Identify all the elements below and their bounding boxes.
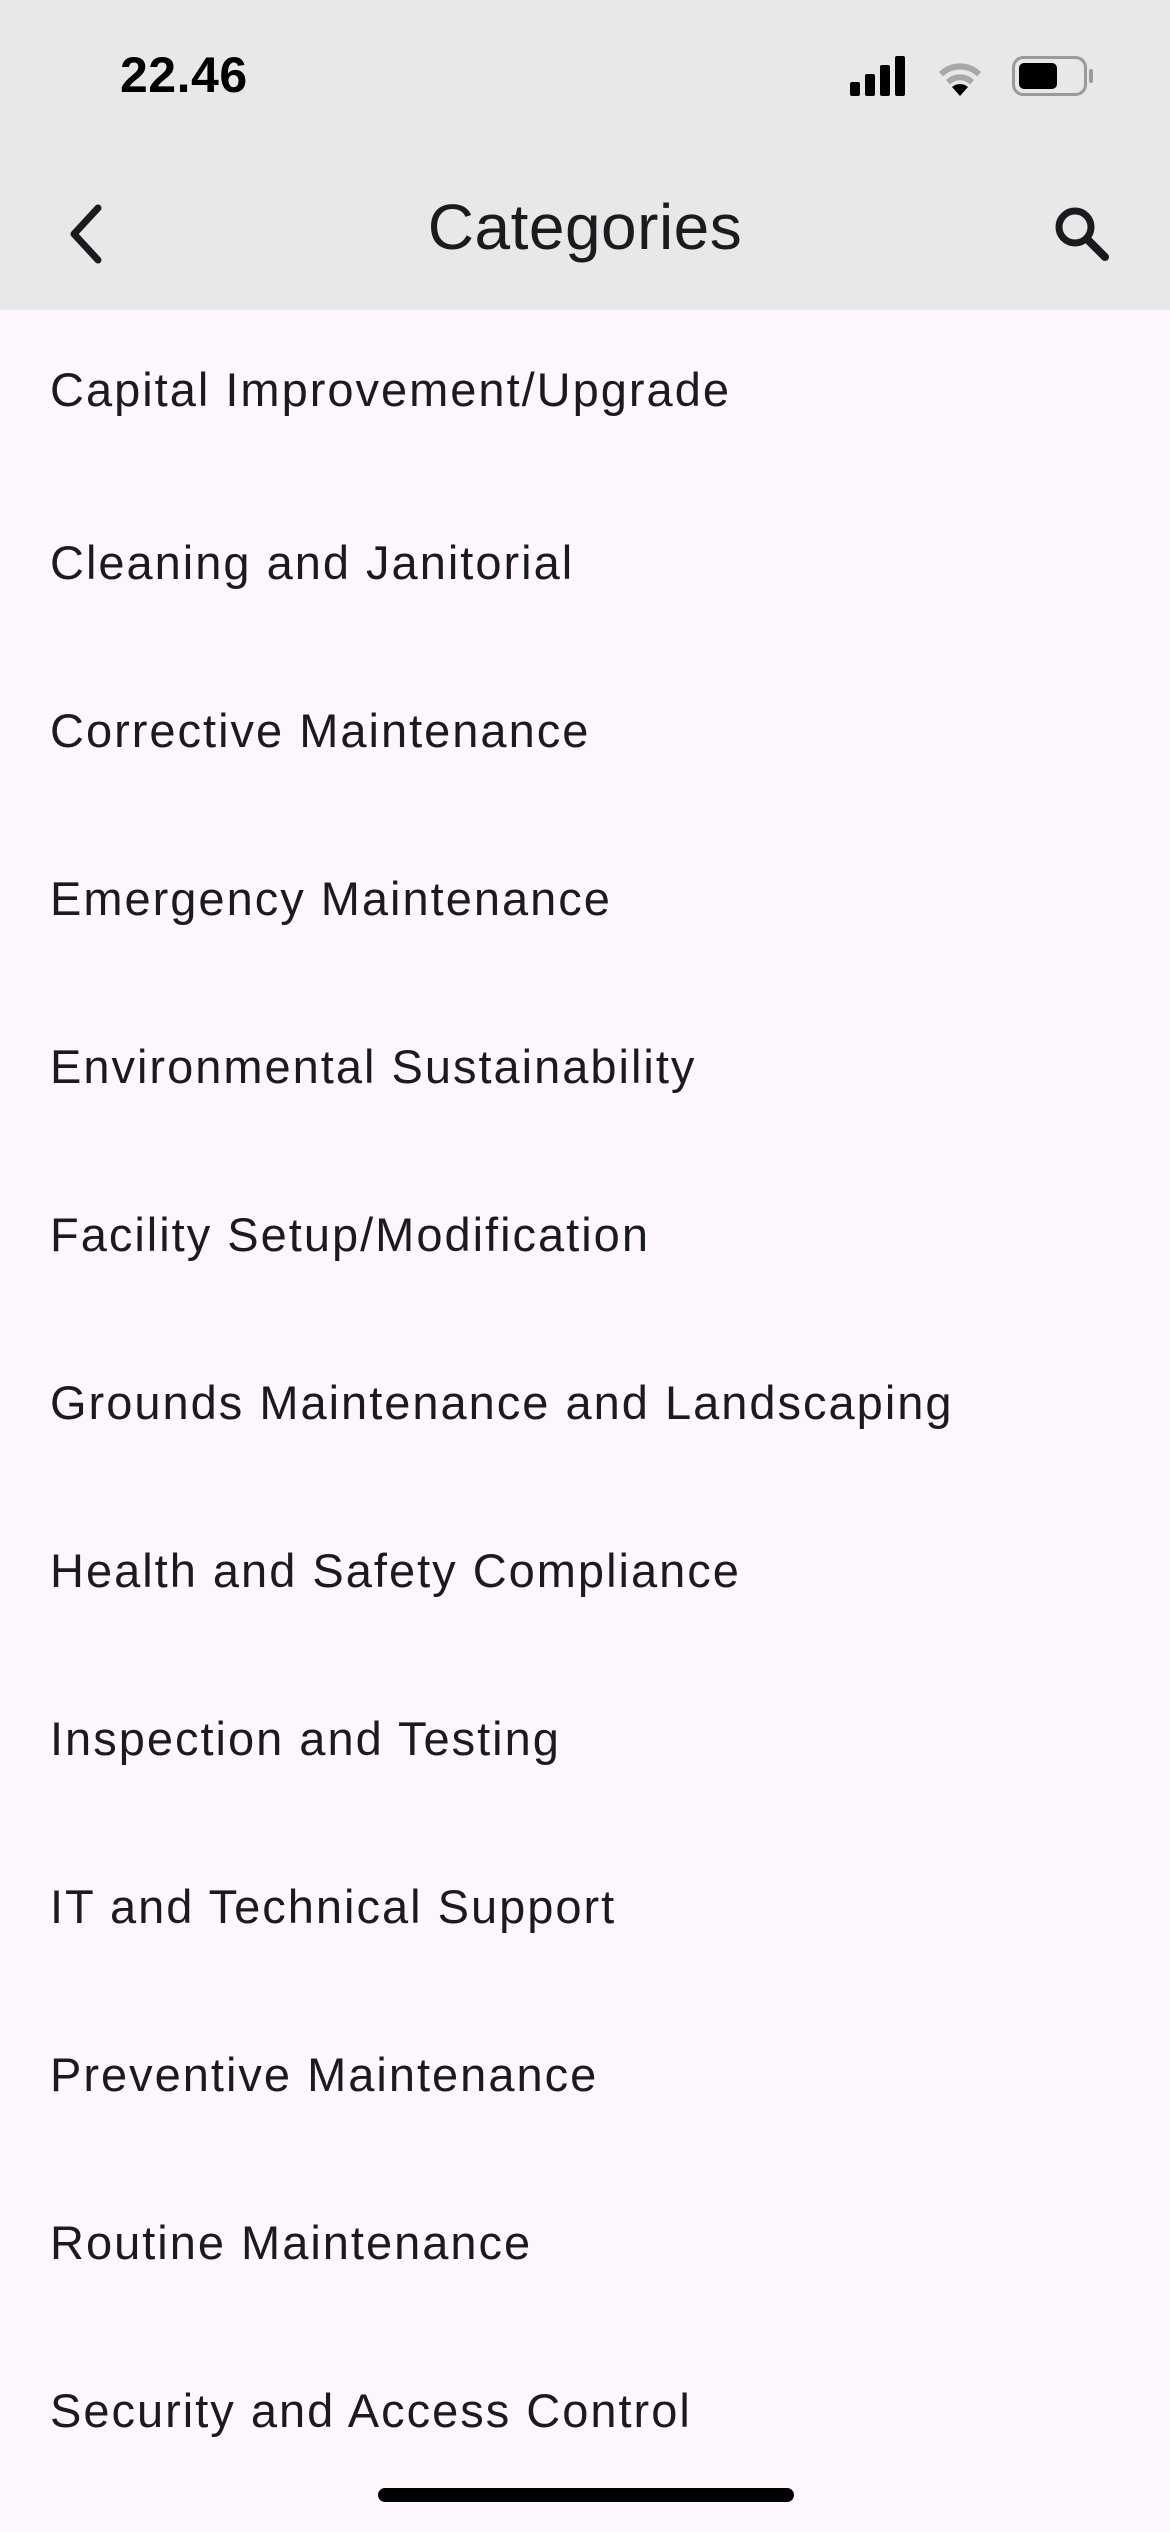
category-label: Capital Improvement/Upgrade xyxy=(50,363,731,416)
category-label: Grounds Maintenance and Landscaping xyxy=(50,1375,954,1429)
home-indicator[interactable] xyxy=(378,2488,794,2502)
category-label: Facility Setup/Modification xyxy=(50,1207,650,1261)
page-title: Categories xyxy=(427,191,743,263)
wifi-icon xyxy=(934,56,986,101)
category-label: Environmental Sustainability xyxy=(50,1039,697,1093)
category-label: Emergency Maintenance xyxy=(50,871,612,925)
status-bar: 22.46 xyxy=(0,0,1170,160)
list-item[interactable]: Preventive Maintenance xyxy=(0,1990,1170,2158)
list-item[interactable]: Emergency Maintenance xyxy=(0,814,1170,982)
search-button[interactable] xyxy=(1038,192,1124,278)
list-item[interactable]: Facility Setup/Modification xyxy=(0,1150,1170,1318)
category-label: Health and Safety Compliance xyxy=(50,1543,741,1597)
list-item[interactable]: Capital Improvement/Upgrade xyxy=(0,310,1170,478)
search-icon xyxy=(1051,203,1111,268)
list-item[interactable]: Inspection and Testing xyxy=(0,1654,1170,1822)
list-item[interactable]: Grounds Maintenance and Landscaping xyxy=(0,1318,1170,1486)
status-time: 22.46 xyxy=(120,47,248,103)
app-bar: Categories xyxy=(0,160,1170,310)
category-label: Cleaning and Janitorial xyxy=(50,535,575,589)
list-item[interactable]: Health and Safety Compliance xyxy=(0,1486,1170,1654)
category-label: IT and Technical Support xyxy=(50,1879,617,1933)
category-label: Routine Maintenance xyxy=(50,2215,533,2269)
categories-screen: 22.46 Categories Capital Improvement/Upg… xyxy=(0,0,1170,2532)
category-label: Preventive Maintenance xyxy=(50,2047,599,2101)
list-item[interactable]: Environmental Sustainability xyxy=(0,982,1170,1150)
list-item[interactable]: IT and Technical Support xyxy=(0,1822,1170,1990)
category-label: Corrective Maintenance xyxy=(50,703,591,757)
list-item[interactable]: Cleaning and Janitorial xyxy=(0,478,1170,646)
category-label: Security and Access Control xyxy=(50,2383,692,2437)
category-list: Capital Improvement/Upgrade Cleaning and… xyxy=(0,310,1170,2494)
status-icons xyxy=(850,55,1094,101)
list-item[interactable]: Corrective Maintenance xyxy=(0,646,1170,814)
list-item[interactable]: Security and Access Control xyxy=(0,2326,1170,2494)
list-item[interactable]: Routine Maintenance xyxy=(0,2158,1170,2326)
battery-icon xyxy=(1012,55,1094,101)
cellular-signal-icon xyxy=(850,55,908,101)
category-label: Inspection and Testing xyxy=(50,1711,561,1765)
